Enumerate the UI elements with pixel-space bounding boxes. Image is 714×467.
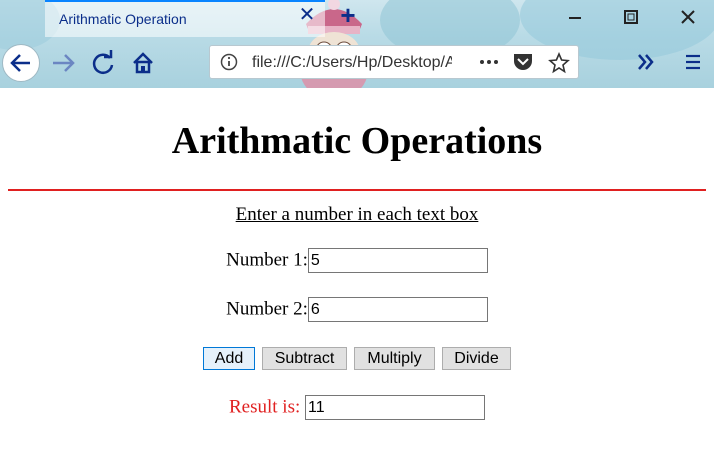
divide-button[interactable]: Divide	[442, 347, 511, 370]
url-bar[interactable]: file:///C:/Users/Hp/Desktop/Arithmatic.h…	[209, 45, 579, 79]
tab-arithmatic-operation[interactable]: Arithmatic Operation	[45, 0, 325, 37]
maximize-icon[interactable]	[618, 6, 644, 28]
instruction-text: Enter a number in each text box	[235, 204, 479, 225]
minimize-icon[interactable]	[562, 6, 588, 28]
close-icon[interactable]: ✕	[297, 5, 317, 25]
result-output[interactable]	[305, 395, 485, 420]
page-title: Arithmatic Operations	[171, 120, 543, 162]
number1-input[interactable]	[307, 248, 488, 273]
result-row: Result is:	[0, 395, 714, 420]
window-close-icon[interactable]	[675, 6, 701, 28]
back-button[interactable]	[2, 44, 40, 82]
info-icon[interactable]	[220, 53, 238, 71]
number2-row: Number 2:	[0, 297, 714, 322]
number2-label: Number 2:	[226, 298, 308, 320]
multiply-button[interactable]: Multiply	[354, 347, 435, 370]
subtract-button[interactable]: Subtract	[262, 347, 347, 370]
ellipsis-icon[interactable]	[478, 54, 500, 70]
reload-icon[interactable]	[86, 46, 120, 80]
number2-input[interactable]	[307, 297, 488, 322]
pocket-icon[interactable]	[512, 52, 534, 72]
number1-label: Number 1:	[226, 249, 308, 271]
arrow-left-icon	[10, 54, 30, 72]
url-text[interactable]: file:///C:/Users/Hp/Desktop/Arithmatic.h…	[252, 54, 452, 72]
hamburger-icon[interactable]	[681, 50, 705, 74]
divider	[8, 189, 706, 191]
home-icon[interactable]	[126, 46, 160, 80]
browser-toolbar: Arithmatic Operation ✕ + file:///C:/User…	[0, 0, 714, 88]
star-icon[interactable]	[548, 52, 570, 74]
add-button[interactable]: Add	[203, 347, 255, 370]
chevrons-right-icon[interactable]	[634, 50, 658, 74]
arrow-right-icon[interactable]	[46, 46, 80, 80]
number1-row: Number 1:	[0, 248, 714, 273]
result-label: Result is:	[228, 396, 301, 418]
page-content: Arithmatic Operations Enter a number in …	[0, 88, 714, 467]
plus-icon[interactable]: +	[336, 2, 360, 28]
tab-title: Arithmatic Operation	[59, 11, 187, 27]
